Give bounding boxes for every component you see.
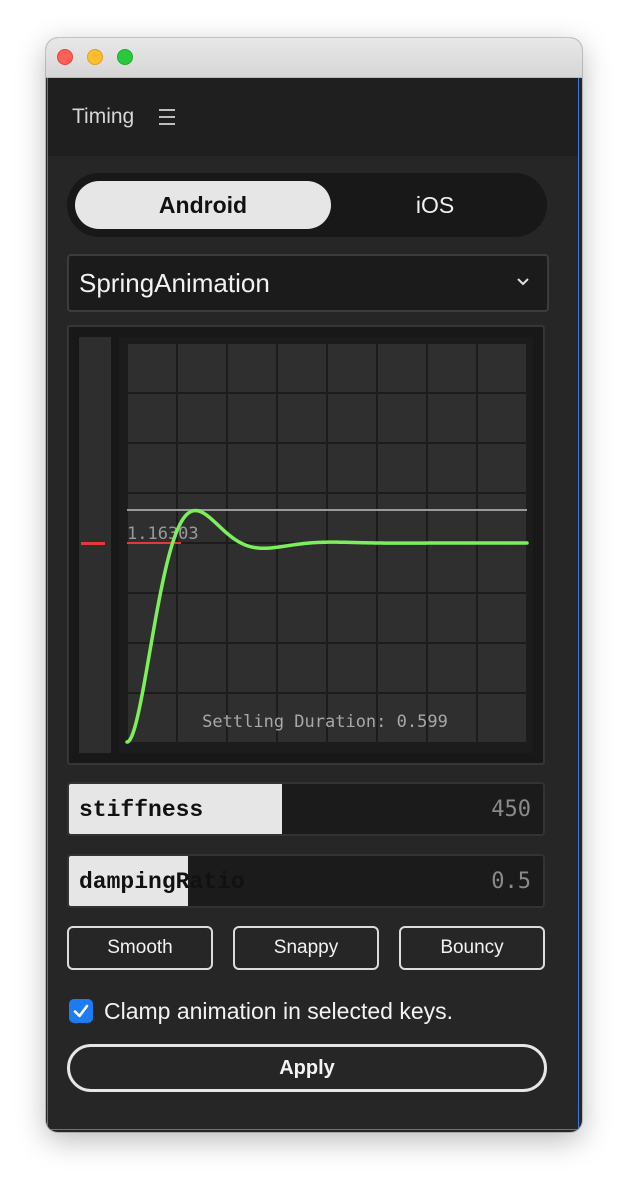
- timing-window: Timing Android iOS SpringAnimation 1.163…: [46, 38, 582, 1132]
- grid-cell: [428, 494, 476, 542]
- close-window-button[interactable]: [57, 49, 73, 65]
- timing-panel: Timing Android iOS SpringAnimation 1.163…: [47, 78, 579, 1130]
- hamburger-menu-icon[interactable]: [159, 109, 177, 125]
- grid-cell: [378, 494, 426, 542]
- grid-cell: [228, 644, 276, 692]
- grid-cell: [378, 544, 426, 592]
- damping-ratio-slider[interactable]: dampingRatio 0.5: [67, 854, 545, 908]
- grid-cell: [378, 644, 426, 692]
- preset-snappy-button[interactable]: Snappy: [233, 926, 379, 970]
- maximize-window-button[interactable]: [117, 49, 133, 65]
- grid-cell: [128, 694, 176, 742]
- grid-cell: [278, 594, 326, 642]
- panel-title: Timing: [72, 105, 135, 128]
- grid-cell: [228, 544, 276, 592]
- grid-cell: [428, 394, 476, 442]
- grid-cell: [378, 394, 426, 442]
- grid-cell: [278, 644, 326, 692]
- stiffness-value: 450: [491, 797, 531, 822]
- clamp-label: Clamp animation in selected keys.: [104, 997, 453, 1024]
- spring-graph-canvas: 1.16303 Settling Duration: 0.599: [79, 337, 533, 753]
- grid-cell: [178, 444, 226, 492]
- grid-cell: [478, 644, 526, 692]
- platform-toggle: Android iOS: [67, 173, 547, 237]
- grid-cell: [428, 344, 476, 392]
- tab-ios[interactable]: iOS: [331, 181, 539, 229]
- grid-cell: [178, 594, 226, 642]
- panel-header: Timing: [48, 78, 578, 156]
- grid-cell: [278, 494, 326, 542]
- clamp-option[interactable]: Clamp animation in selected keys.: [69, 996, 453, 1026]
- grid-cell: [328, 544, 376, 592]
- grid-cell: [228, 494, 276, 542]
- grid-cell: [278, 394, 326, 442]
- grid-cell: [478, 344, 526, 392]
- target-marker: [81, 542, 105, 545]
- spring-graph: 1.16303 Settling Duration: 0.599: [67, 325, 545, 765]
- damping-ratio-label: dampingRatio: [79, 869, 245, 895]
- grid-cell: [178, 394, 226, 442]
- stiffness-label: stiffness: [79, 797, 204, 823]
- tab-android[interactable]: Android: [75, 181, 331, 229]
- settling-duration-label: Settling Duration: 0.599: [202, 712, 448, 732]
- grid-cell: [328, 594, 376, 642]
- grid-cell: [128, 394, 176, 442]
- grid-cell: [128, 344, 176, 392]
- checkmark-icon: [73, 1004, 89, 1018]
- grid-cell: [478, 544, 526, 592]
- preset-bouncy-button[interactable]: Bouncy: [399, 926, 545, 970]
- grid-cell: [328, 494, 376, 542]
- grid-cell: [328, 644, 376, 692]
- animation-type-value: SpringAnimation: [79, 268, 270, 298]
- grid-cell: [428, 644, 476, 692]
- grid-cell: [228, 394, 276, 442]
- animation-type-select[interactable]: SpringAnimation: [67, 254, 549, 312]
- grid-cell: [278, 544, 326, 592]
- clamp-checkbox[interactable]: [69, 999, 93, 1023]
- stiffness-slider[interactable]: stiffness 450: [67, 782, 545, 836]
- grid-cell: [478, 444, 526, 492]
- grid-cell: [228, 444, 276, 492]
- grid-cell: [278, 444, 326, 492]
- grid-cell: [178, 644, 226, 692]
- grid-cell: [328, 394, 376, 442]
- chevron-down-icon: [517, 278, 529, 286]
- peak-value-label: 1.16303: [127, 524, 199, 544]
- preset-smooth-button[interactable]: Smooth: [67, 926, 213, 970]
- minimize-window-button[interactable]: [87, 49, 103, 65]
- grid-cell: [328, 344, 376, 392]
- grid-cell: [128, 644, 176, 692]
- grid-cell: [428, 444, 476, 492]
- grid-cell: [178, 344, 226, 392]
- grid-cell: [228, 344, 276, 392]
- damping-ratio-value: 0.5: [491, 869, 531, 894]
- grid-cell: [328, 444, 376, 492]
- grid-cell: [278, 344, 326, 392]
- grid-cell: [428, 544, 476, 592]
- grid-cell: [478, 694, 526, 742]
- grid-cell: [378, 444, 426, 492]
- grid-cell: [478, 394, 526, 442]
- grid-cell: [128, 444, 176, 492]
- grid-cell: [378, 344, 426, 392]
- title-bar: [46, 38, 582, 78]
- grid-cell: [178, 544, 226, 592]
- grid-cell: [428, 594, 476, 642]
- apply-button[interactable]: Apply: [67, 1044, 547, 1092]
- grid-cell: [378, 594, 426, 642]
- grid-cell: [478, 494, 526, 542]
- grid-cell: [478, 594, 526, 642]
- grid-cell: [228, 594, 276, 642]
